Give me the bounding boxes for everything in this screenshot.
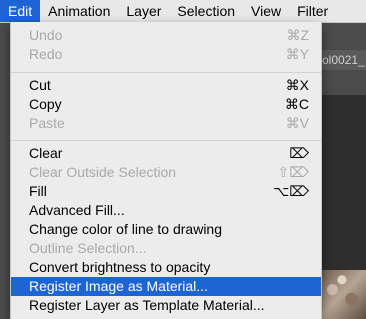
menu-item-label: Clear (29, 145, 63, 161)
edit-menu-dropdown: Undo ⌘Z Redo ⌘Y Cut ⌘X Copy ⌘C Paste ⌘V … (10, 22, 322, 319)
menu-animation[interactable]: Animation (40, 0, 118, 22)
menu-separator (11, 72, 321, 73)
canvas-region (318, 95, 366, 270)
menu-item-fill[interactable]: Fill ⌥⌦ (11, 182, 321, 201)
menu-layer[interactable]: Layer (118, 0, 169, 22)
menu-item-label: Change color of line to drawing (29, 221, 223, 237)
menu-item-label: Fill (29, 183, 47, 199)
menu-item-redo[interactable]: Redo ⌘Y (11, 45, 321, 64)
menu-item-undo[interactable]: Undo ⌘Z (11, 26, 321, 45)
shortcut-label: ⌥⌦ (273, 183, 309, 199)
shortcut-label: ⌘Z (286, 27, 309, 43)
menu-item-convert-brightness[interactable]: Convert brightness to opacity (11, 258, 321, 277)
shortcut-label: ⌘V (285, 115, 309, 131)
menu-item-clear-outside-selection[interactable]: Clear Outside Selection ⇧⌦ (11, 163, 321, 182)
menu-item-label: Convert brightness to opacity (29, 259, 211, 275)
menu-item-paste[interactable]: Paste ⌘V (11, 114, 321, 133)
menu-item-copy[interactable]: Copy ⌘C (11, 95, 321, 114)
menu-item-change-line-color[interactable]: Change color of line to drawing (11, 220, 321, 239)
menu-view[interactable]: View (243, 0, 289, 22)
menu-filter[interactable]: Filter (289, 0, 336, 22)
menu-item-label: Redo (29, 46, 63, 62)
menu-item-label: Paste (29, 115, 65, 131)
menu-bar: Edit Animation Layer Selection View Filt… (0, 0, 366, 23)
menu-item-clear[interactable]: Clear ⌦ (11, 144, 321, 163)
menu-item-label: Register Layer as Template Material... (29, 297, 265, 313)
menu-item-outline-selection[interactable]: Outline Selection... (11, 239, 321, 258)
menu-item-label: Register Image as Material... (29, 278, 208, 294)
menu-item-label: Undo (29, 27, 63, 43)
shortcut-label: ⇧⌦ (277, 164, 309, 180)
document-tab[interactable]: ol0021_ (318, 50, 366, 70)
shortcut-label: ⌘Y (285, 46, 309, 62)
menu-item-label: Advanced Fill... (29, 202, 125, 218)
menu-separator (11, 140, 321, 141)
menu-item-cut[interactable]: Cut ⌘X (11, 76, 321, 95)
canvas-image (318, 270, 366, 319)
menu-item-label: Clear Outside Selection (29, 164, 177, 180)
menu-item-label: Outline Selection... (29, 240, 147, 256)
menu-edit[interactable]: Edit (0, 0, 41, 22)
shortcut-label: ⌘C (284, 96, 309, 112)
shortcut-label: ⌦ (289, 145, 309, 161)
menu-item-register-image-material[interactable]: Register Image as Material... (11, 277, 321, 296)
menu-selection[interactable]: Selection (169, 0, 243, 22)
menu-item-register-layer-template[interactable]: Register Layer as Template Material... (11, 296, 321, 315)
menu-item-label: Cut (29, 77, 51, 93)
menu-item-label: Copy (29, 96, 62, 112)
menu-item-advanced-fill[interactable]: Advanced Fill... (11, 201, 321, 220)
shortcut-label: ⌘X (285, 77, 309, 93)
